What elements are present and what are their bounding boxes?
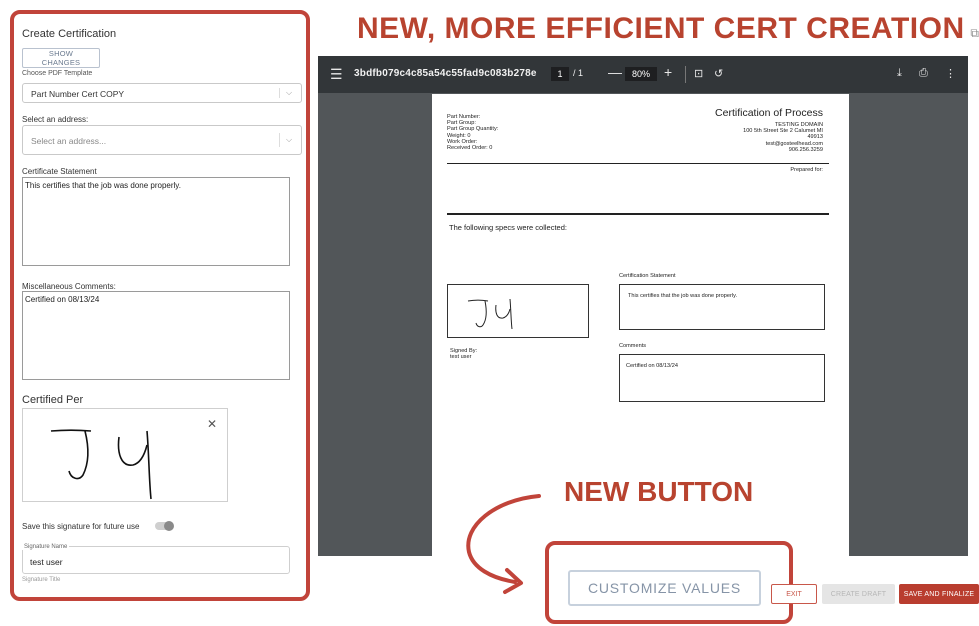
doc-comments-box: Certified on 08/13/24	[619, 354, 825, 402]
doc-meta-line: 906.256.3259	[788, 146, 823, 153]
page-number-input[interactable]: 1	[551, 67, 569, 81]
address-select[interactable]: Select an address... ⌵	[22, 125, 302, 155]
signature-name-value: test user	[30, 557, 63, 567]
fit-page-icon[interactable]: ⊡	[694, 67, 703, 80]
template-select-value: Part Number Cert COPY	[31, 89, 125, 99]
select-separator	[279, 133, 280, 147]
address-placeholder: Select an address...	[31, 136, 107, 146]
statement-label: Certificate Statement	[22, 167, 97, 176]
pdf-scrollbar[interactable]	[960, 93, 968, 556]
rotate-icon[interactable]: ↺	[714, 67, 723, 80]
doc-comments-label: Comments	[619, 343, 647, 349]
doc-cert-statement-label: Certification Statement	[619, 273, 676, 279]
pdf-filename: 3bdfb079c4c85a54c55fad9c083b278e	[354, 68, 537, 79]
print-icon[interactable]: ⎙	[919, 67, 928, 80]
zoom-out-icon[interactable]: —	[608, 64, 622, 80]
doc-cert-statement-box: This certifies that the job was done pro…	[619, 284, 825, 330]
doc-signature-drawing	[467, 298, 513, 330]
doc-divider	[447, 163, 829, 164]
certified-per-label: Certified Per	[22, 394, 84, 406]
clear-signature-icon[interactable]: ✕	[207, 417, 217, 431]
signature-name-label: Signature Name	[22, 544, 70, 550]
doc-title: Certification of Process	[715, 107, 823, 119]
comments-label: Miscellaneous Comments:	[22, 282, 116, 291]
doc-signed-by-value: test user	[450, 354, 472, 361]
headline-annotation: NEW, MORE EFFICIENT CERT CREATION	[357, 12, 965, 45]
customize-values-button[interactable]: CUSTOMIZE VALUES	[568, 570, 761, 606]
download-icon[interactable]: ⤓	[897, 67, 902, 80]
exit-button[interactable]: EXIT	[771, 584, 817, 604]
new-button-annotation: NEW BUTTON	[564, 476, 754, 507]
doc-signature-box	[447, 284, 589, 338]
doc-specs-heading: The following specs were collected:	[449, 223, 567, 232]
annotation-arrow	[466, 494, 541, 594]
doc-comments-value: Certified on 08/13/24	[626, 363, 678, 369]
signature-pad[interactable]: ✕	[22, 408, 228, 502]
template-label: Choose PDF Template	[22, 70, 93, 77]
save-signature-toggle[interactable]	[155, 521, 174, 531]
more-icon[interactable]: ⋮	[945, 67, 956, 80]
screenshot-icon: ⧉	[970, 26, 979, 40]
comments-textarea[interactable]: Certified on 08/13/24	[22, 291, 290, 380]
select-separator	[279, 88, 280, 98]
page-total: / 1	[573, 68, 584, 78]
template-select[interactable]: Part Number Cert COPY ⌵	[22, 83, 302, 103]
signature-drawing	[50, 429, 152, 500]
address-label: Select an address:	[22, 115, 89, 124]
doc-left-meta: Part Number: Part Group: Part Group Quan…	[447, 114, 498, 151]
zoom-in-icon[interactable]: +	[664, 64, 672, 80]
create-certification-panel: Create Certification SHOW CHANGES Choose…	[10, 10, 310, 601]
signature-name-input[interactable]: test user	[22, 546, 290, 574]
statement-textarea[interactable]: This certifies that the job was done pro…	[22, 177, 290, 266]
doc-divider	[447, 213, 829, 215]
create-draft-button[interactable]: CREATE DRAFT	[822, 584, 895, 604]
doc-prepared-for: Prepared for:	[790, 167, 823, 173]
doc-cert-statement-value: This certifies that the job was done pro…	[628, 293, 738, 299]
panel-title: Create Certification	[22, 28, 117, 40]
show-changes-button[interactable]: SHOW CHANGES	[22, 48, 100, 68]
signature-title-label: Signature Title	[22, 577, 61, 583]
menu-icon[interactable]: ☰	[330, 66, 343, 83]
toolbar-separator	[685, 66, 686, 83]
doc-signed-by: Signed By: test user	[450, 348, 477, 360]
doc-meta-line: Part Group Quantity:	[447, 126, 499, 133]
zoom-input[interactable]: 80%	[625, 67, 657, 81]
doc-meta-line: Received Order: 0	[447, 145, 493, 152]
doc-right-meta: TESTING DOMAIN 100 5th Street Ste 2 Calu…	[743, 122, 823, 153]
chevron-down-icon: ⌵	[286, 88, 293, 97]
toggle-knob	[164, 521, 174, 531]
pdf-toolbar: ☰ 3bdfb079c4c85a54c55fad9c083b278e 1 / 1…	[318, 56, 968, 93]
chevron-down-icon: ⌵	[286, 135, 293, 144]
save-signature-label: Save this signature for future use	[22, 522, 140, 531]
save-and-finalize-button[interactable]: SAVE AND FINALIZE	[899, 584, 979, 604]
